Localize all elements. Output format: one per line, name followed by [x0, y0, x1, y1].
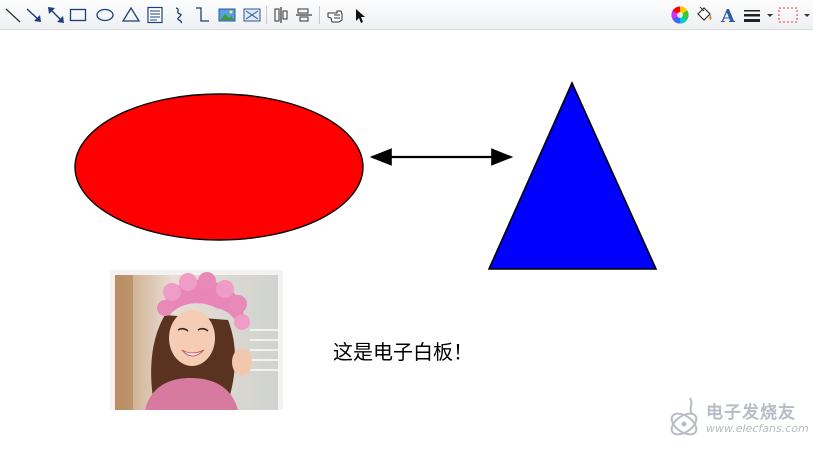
electrons-logo [670, 397, 698, 436]
text-box-icon[interactable] [145, 5, 165, 25]
arrow-line-icon[interactable] [24, 5, 44, 25]
elbow-connector-icon[interactable] [192, 5, 212, 25]
freehand-icon[interactable] [169, 5, 189, 25]
blue-triangle-shape[interactable] [487, 81, 658, 270]
pointer-icon[interactable] [350, 5, 370, 25]
paint-bucket-icon[interactable] [694, 5, 714, 25]
line-width-dropdown-arrow[interactable] [767, 14, 773, 17]
rectangle-icon[interactable] [68, 5, 88, 25]
align-vertical-icon[interactable] [294, 5, 314, 25]
inserted-photo[interactable] [110, 270, 283, 410]
line-style-dropdown-arrow[interactable] [804, 14, 810, 17]
color-wheel-icon[interactable] [670, 5, 690, 25]
font-icon[interactable]: A [718, 5, 738, 25]
image-icon[interactable] [217, 5, 237, 25]
watermark-brand-cn: 电子发烧友 [706, 403, 796, 423]
svg-text:A: A [720, 6, 736, 25]
triangle-icon[interactable] [121, 5, 141, 25]
line-width-icon[interactable] [742, 5, 762, 25]
red-ellipse-shape[interactable] [74, 93, 364, 241]
whiteboard-text[interactable]: 这是电子白板！ [333, 336, 473, 365]
drawing-toolbar: A [0, 0, 813, 30]
toolbar-separator [266, 6, 267, 24]
line-icon[interactable] [3, 5, 23, 25]
ellipse-icon[interactable] [95, 5, 115, 25]
double-arrow-icon[interactable] [46, 5, 66, 25]
object-icon[interactable] [242, 5, 262, 25]
align-horizontal-icon[interactable] [271, 5, 291, 25]
watermark-url: www.elecfans.com [706, 422, 809, 435]
toolbar-separator [319, 6, 320, 24]
elecfans-watermark: 电子发烧友 www.elecfans.com [666, 394, 811, 444]
dashed-rect-icon[interactable] [776, 5, 800, 25]
photo-image [115, 272, 278, 410]
hand-icon[interactable] [325, 5, 345, 25]
